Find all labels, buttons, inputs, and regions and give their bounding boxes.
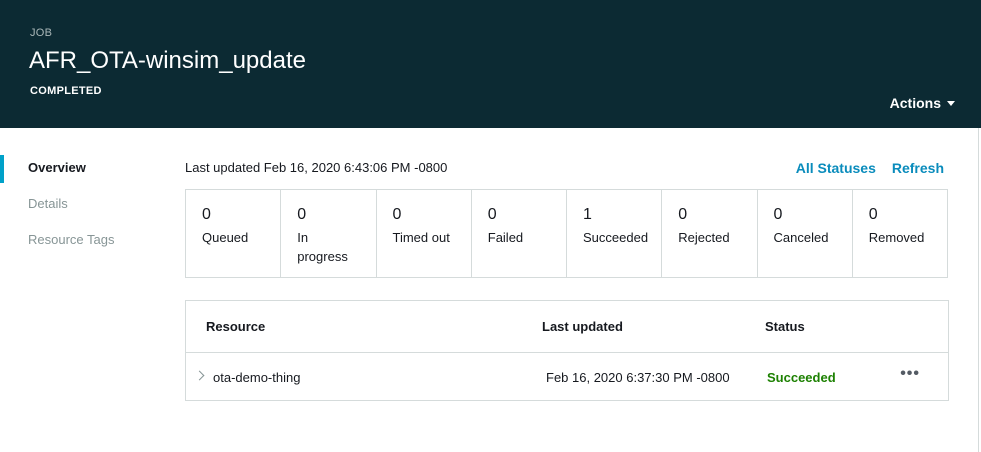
header-eyebrow: JOB [30,27,53,39]
sidebar-item-label: Overview [28,160,86,175]
count-value: 0 [297,206,307,223]
job-status: COMPLETED [30,85,102,97]
page-title: AFR_OTA-winsim_update [29,47,306,74]
count-in-progress: 0 In progress [281,190,377,277]
sidebar-item-label: Resource Tags [28,232,115,247]
sidebar-nav: Overview Details Resource Tags [0,150,160,258]
count-label: Timed out [392,230,450,245]
table-row[interactable]: ota-demo-thing Feb 16, 2020 6:37:30 PM -… [186,353,948,402]
count-timed-out: 0 Timed out [377,190,472,277]
sidebar-item-label: Details [28,196,68,211]
resources-table: Resource Last updated Status ota-demo-th… [185,300,949,401]
row-last-updated: Feb 16, 2020 6:37:30 PM -0800 [546,370,730,385]
refresh-link[interactable]: Refresh [892,160,944,176]
status-counts: 0 Queued 0 In progress 0 Timed out 0 Fai… [185,189,948,278]
resource-name: ota-demo-thing [213,370,301,385]
all-statuses-link[interactable]: All Statuses [796,160,876,176]
last-updated-text: Last updated Feb 16, 2020 6:43:06 PM -08… [185,160,448,175]
table-header: Resource Last updated Status [186,301,948,353]
column-header-resource[interactable]: Resource [206,319,265,334]
count-canceled: 0 Canceled [758,190,853,277]
count-value: 0 [202,206,211,223]
count-label: In progress [297,230,348,264]
more-options-icon[interactable]: ••• [900,365,920,383]
count-label: Removed [868,230,925,245]
count-label: Canceled [773,230,829,245]
top-links: All Statuses Refresh [796,160,944,176]
count-queued: 0 Queued [186,190,282,277]
count-label: Succeeded [583,230,649,245]
column-header-status[interactable]: Status [765,319,805,334]
count-value: 0 [678,206,688,223]
count-label: Queued [202,230,249,245]
count-value: 0 [392,206,402,223]
actions-menu-button[interactable]: Actions [890,95,955,111]
count-value: 0 [868,206,878,223]
job-header: JOB AFR_OTA-winsim_update COMPLETED Acti… [0,0,981,128]
count-label: Failed [487,230,524,245]
chevron-right-icon[interactable] [194,370,205,381]
sidebar-item-details[interactable]: Details [0,186,160,222]
caret-down-icon [947,101,955,106]
column-header-last-updated[interactable]: Last updated [542,319,623,334]
count-rejected: 0 Rejected [662,190,758,277]
count-value: 1 [583,206,592,223]
count-value: 0 [773,206,783,223]
actions-label: Actions [889,95,941,111]
count-succeeded: 1 Succeeded [567,190,663,277]
status-badge: Succeeded [767,370,836,385]
count-removed: 0 Removed [853,190,947,277]
count-failed: 0 Failed [472,190,567,277]
sidebar-item-resource-tags[interactable]: Resource Tags [0,222,160,258]
count-label: Rejected [678,230,730,245]
sidebar-item-overview[interactable]: Overview [0,150,160,186]
right-divider [978,128,979,452]
count-value: 0 [487,206,497,223]
